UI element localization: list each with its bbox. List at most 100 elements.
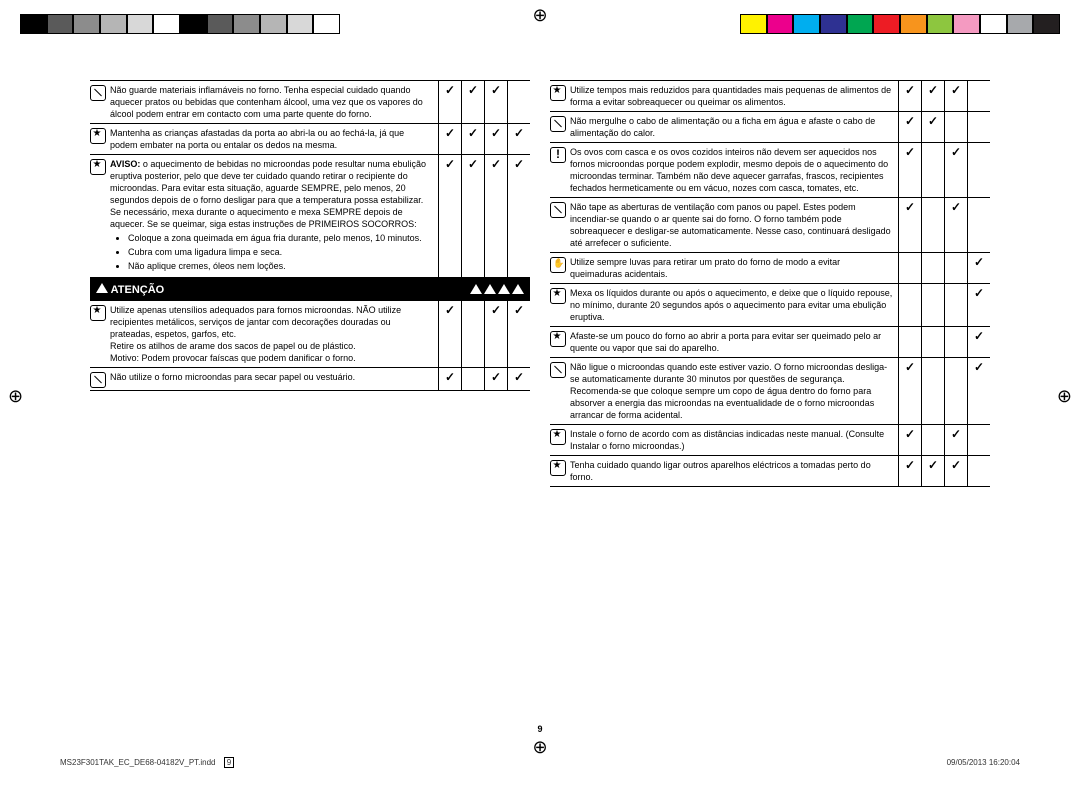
checkmark-icon [951,145,961,159]
check-cell [899,327,922,358]
row-text: Não ligue o microondas quando este estiv… [568,358,899,425]
checkmark-icon [951,458,961,472]
check-cell [439,368,462,391]
color-swatch [207,14,234,34]
row-icon-cell [90,368,108,391]
checkmark-icon [905,114,915,128]
row-icon-cell [550,358,568,425]
check-cell [508,155,531,278]
first-aid-list: Coloque a zona queimada em água fria dur… [128,232,434,272]
column-right: Utilize tempos mais reduzidos para quant… [550,80,990,712]
table-row: Os ovos com casca e os ovos cozidos inte… [550,143,990,198]
check-cell [462,368,485,391]
checkmark-icon [468,83,478,97]
color-swatch [793,14,820,34]
checkmark-icon [491,83,501,97]
registration-mark-bottom: ⊕ [532,738,547,756]
footer-page-box: 9 [224,757,234,768]
footer-date: 09/05/2013 16:20:04 [947,758,1020,767]
important-icon [90,159,106,175]
list-item: Coloque a zona queimada em água fria dur… [128,232,434,244]
check-cell [968,358,991,425]
color-swatch [20,14,47,34]
table-row: Utilize tempos mais reduzidos para quant… [550,81,990,112]
checkmark-icon [514,370,524,384]
color-swatch [153,14,180,34]
checkmark-icon [445,303,455,317]
check-cell [945,456,968,487]
check-cell [899,253,922,284]
row-icon-cell [550,456,568,487]
checkmark-icon [928,458,938,472]
check-cell [922,112,945,143]
check-cell [508,124,531,155]
check-cell [462,301,485,368]
row-icon-cell [90,81,108,124]
warning-triangle-icon [512,284,524,294]
row-icon-cell [550,425,568,456]
color-swatch [847,14,874,34]
color-swatch [1007,14,1034,34]
check-cell [922,358,945,425]
check-cell [968,198,991,253]
check-cell [945,327,968,358]
checkmark-icon [445,370,455,384]
checkmark-icon [445,83,455,97]
color-swatch [820,14,847,34]
table-row: Utilize apenas utensílios adequados para… [90,301,530,368]
hazard-icons-group [470,284,524,294]
prohibition-icon [550,362,566,378]
table-row: Não utilize o forno microondas para seca… [90,368,530,391]
check-cell [922,253,945,284]
checkmark-icon [491,157,501,171]
checkmark-icon [974,286,984,300]
row-icon-cell [550,198,568,253]
checkmark-icon [928,83,938,97]
check-cell [439,155,462,278]
table-row: Não ligue o microondas quando este estiv… [550,358,990,425]
row-text: Afaste-se um pouco do forno ao abrir a p… [568,327,899,358]
color-swatch [953,14,980,34]
row-icon-cell [550,327,568,358]
checkmark-icon [491,370,501,384]
table-row: Tenha cuidado quando ligar outros aparel… [550,456,990,487]
check-cell [485,368,508,391]
color-swatch [767,14,794,34]
row-icon-cell [90,124,108,155]
check-cell [439,81,462,124]
important-icon [550,85,566,101]
checkmark-icon [905,200,915,214]
table-row: Mantenha as crianças afastadas da porta … [90,124,530,155]
prohibition-icon [90,85,106,101]
color-swatch [313,14,340,34]
check-cell [968,456,991,487]
check-cell [945,198,968,253]
important-icon [90,128,106,144]
check-cell [899,358,922,425]
check-cell [968,284,991,327]
check-cell [508,301,531,368]
checkmark-icon [951,427,961,441]
check-cell [922,81,945,112]
row-text: Não mergulhe o cabo de alimentação ou a … [568,112,899,143]
check-cell [462,81,485,124]
row-icon-cell [90,155,108,278]
check-cell [462,124,485,155]
color-swatch [100,14,127,34]
row-text: Utilize tempos mais reduzidos para quant… [568,81,899,112]
check-cell [508,368,531,391]
check-cell [922,425,945,456]
check-cell [462,155,485,278]
row-text: Instale o forno de acordo com as distânc… [568,425,899,456]
check-cell [899,456,922,487]
row-text: Mexa os líquidos durante ou após o aquec… [568,284,899,327]
checkmark-icon [974,360,984,374]
row-icon-cell [550,112,568,143]
check-cell [899,81,922,112]
row-icon-cell [550,143,568,198]
color-swatch [740,14,767,34]
check-cell [968,143,991,198]
check-cell [922,284,945,327]
checkmark-icon [445,126,455,140]
table-row: Não tape as aberturas de ventilação com … [550,198,990,253]
